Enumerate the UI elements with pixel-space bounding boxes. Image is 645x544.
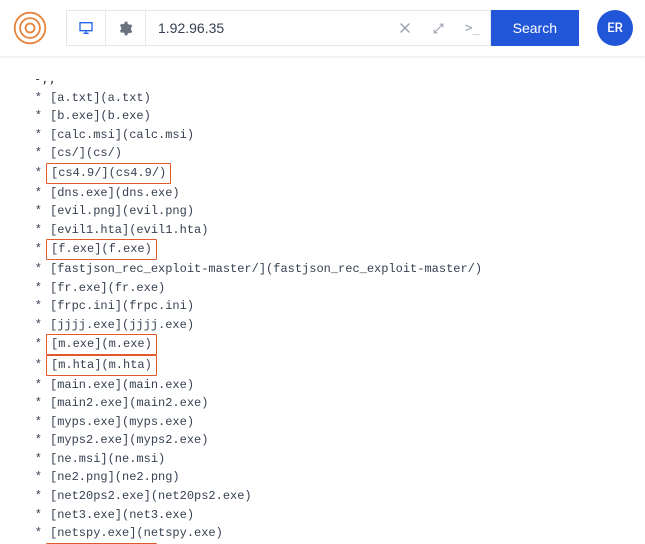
bullet: *	[20, 376, 48, 395]
expand-button[interactable]	[422, 11, 456, 45]
bullet: *	[20, 468, 48, 487]
bullet: *	[20, 487, 48, 506]
file-entry[interactable]: [evil.png](evil.png)	[48, 202, 196, 221]
file-row: *[fr.exe](fr.exe)	[20, 279, 625, 298]
file-row: *[ne2.png](ne2.png)	[20, 468, 625, 487]
file-entry-highlighted[interactable]: [m.hta](m.hta)	[46, 355, 157, 376]
file-row: *[myps.exe](myps.exe)	[20, 413, 625, 432]
file-row: *[netspy.exe](netspy.exe)	[20, 524, 625, 543]
bullet: *	[20, 413, 48, 432]
bullet: *	[20, 335, 48, 354]
file-entry[interactable]: [netspy.exe](netspy.exe)	[48, 524, 225, 543]
file-entry[interactable]: [evil1.hta](evil1.hta)	[48, 221, 210, 240]
file-entry[interactable]: [calc.msi](calc.msi)	[48, 126, 196, 145]
file-entry[interactable]: [fastjson_rec_exploit-master/](fastjson_…	[48, 260, 484, 279]
file-row: *[main2.exe](main2.exe)	[20, 394, 625, 413]
results-content: -,, *[a.txt](a.txt)*[b.exe](b.exe)*[calc…	[0, 56, 645, 544]
expand-icon	[432, 22, 445, 35]
file-entry[interactable]: [a.txt](a.txt)	[48, 89, 153, 108]
file-row: *[a.txt](a.txt)	[20, 89, 625, 108]
bullet: *	[20, 184, 48, 203]
file-entry-highlighted[interactable]: [f.exe](f.exe)	[46, 239, 157, 260]
app-logo	[12, 10, 48, 46]
file-entry[interactable]: [myps.exe](myps.exe)	[48, 413, 196, 432]
file-row: *[frpc.ini](frpc.ini)	[20, 297, 625, 316]
clear-button[interactable]	[388, 11, 422, 45]
file-entry[interactable]: [dns.exe](dns.exe)	[48, 184, 182, 203]
bullet: *	[20, 506, 48, 525]
file-row: *[calc.msi](calc.msi)	[20, 126, 625, 145]
bullet: *	[20, 356, 48, 375]
file-entry[interactable]: [b.exe](b.exe)	[48, 107, 153, 126]
bullet: *	[20, 524, 48, 543]
desktop-view-button[interactable]	[66, 10, 106, 46]
bullet: *	[20, 164, 48, 183]
bullet: *	[20, 316, 48, 335]
bullet: *	[20, 297, 48, 316]
settings-button[interactable]	[106, 10, 146, 46]
file-entry[interactable]: [net3.exe](net3.exe)	[48, 506, 196, 525]
search-bar: >_	[146, 10, 491, 46]
file-row: *[f.exe](f.exe)	[20, 239, 625, 260]
file-entry[interactable]: [main.exe](main.exe)	[48, 376, 196, 395]
terminal-button[interactable]: >_	[456, 11, 490, 45]
terminal-icon: >_	[465, 21, 481, 36]
file-entry[interactable]: [ne2.png](ne2.png)	[48, 468, 182, 487]
file-row: *[cs/](cs/)	[20, 144, 625, 163]
user-avatar[interactable]: ER	[597, 10, 633, 46]
file-row: *[b.exe](b.exe)	[20, 107, 625, 126]
file-row: *[m.exe](m.exe)	[20, 334, 625, 355]
search-button[interactable]: Search	[491, 10, 579, 46]
file-row: *[jjjj.exe](jjjj.exe)	[20, 316, 625, 335]
file-listing: *[a.txt](a.txt)*[b.exe](b.exe)*[calc.msi…	[20, 89, 625, 544]
bullet: *	[20, 450, 48, 469]
file-entry[interactable]: [jjjj.exe](jjjj.exe)	[48, 316, 196, 335]
file-row: *[myps2.exe](myps2.exe)	[20, 431, 625, 450]
file-entry-highlighted[interactable]: [cs4.9/](cs4.9/)	[46, 163, 171, 184]
gear-icon	[118, 21, 133, 36]
bullet: *	[20, 221, 48, 240]
file-row: *[ne.msi](ne.msi)	[20, 450, 625, 469]
bullet: *	[20, 126, 48, 145]
search-input[interactable]	[146, 11, 388, 45]
bullet: *	[20, 394, 48, 413]
file-row: *[fastjson_rec_exploit-master/](fastjson…	[20, 260, 625, 279]
bullet: *	[20, 260, 48, 279]
file-entry-highlighted[interactable]: [m.exe](m.exe)	[46, 334, 157, 355]
file-row: *[cs4.9/](cs4.9/)	[20, 163, 625, 184]
file-row: *[net20ps2.exe](net20ps2.exe)	[20, 487, 625, 506]
file-row: *[evil1.hta](evil1.hta)	[20, 221, 625, 240]
file-entry[interactable]: [fr.exe](fr.exe)	[48, 279, 167, 298]
close-icon	[399, 22, 411, 34]
file-row: *[main.exe](main.exe)	[20, 376, 625, 395]
file-entry[interactable]: [frpc.ini](frpc.ini)	[48, 297, 196, 316]
file-entry[interactable]: [ne.msi](ne.msi)	[48, 450, 167, 469]
file-entry[interactable]: [net20ps2.exe](net20ps2.exe)	[48, 487, 254, 506]
bullet: *	[20, 107, 48, 126]
header-bar: >_ Search ER	[0, 0, 645, 56]
bullet: *	[20, 279, 48, 298]
file-row: *[m.hta](m.hta)	[20, 355, 625, 376]
file-row: *[evil.png](evil.png)	[20, 202, 625, 221]
monitor-icon	[78, 20, 94, 36]
file-row: *[net3.exe](net3.exe)	[20, 506, 625, 525]
file-entry[interactable]: [cs/](cs/)	[48, 144, 124, 163]
bullet: *	[20, 202, 48, 221]
top-fragment: -,,	[20, 70, 625, 89]
file-row: *[dns.exe](dns.exe)	[20, 184, 625, 203]
bullet: *	[20, 431, 48, 450]
bullet: *	[20, 144, 48, 163]
file-entry[interactable]: [main2.exe](main2.exe)	[48, 394, 210, 413]
bullet: *	[20, 89, 48, 108]
file-entry[interactable]: [myps2.exe](myps2.exe)	[48, 431, 210, 450]
bullet: *	[20, 240, 48, 259]
